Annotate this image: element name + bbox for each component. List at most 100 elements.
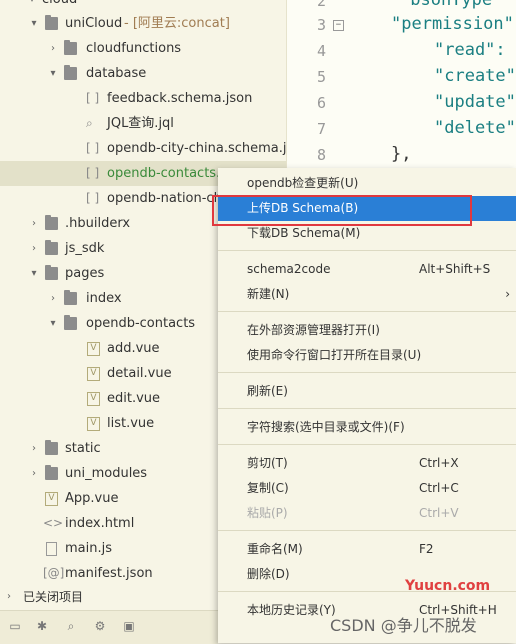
menu-item-label: 删除(D) (247, 567, 290, 581)
tree-item-cloudfunctions[interactable]: › cloudfunctions (0, 36, 286, 61)
menu-item-shortcut: Ctrl+V (419, 506, 459, 520)
menu-item-schema2code[interactable]: schema2code Alt+Shift+S (218, 257, 516, 282)
chevron-right-icon[interactable]: › (28, 211, 40, 236)
tree-item-feedback-schema[interactable]: [ ] feedback.schema.json (0, 86, 286, 111)
menu-item-label: 复制(C) (247, 481, 289, 495)
folder-icon (45, 215, 58, 230)
folder-open-icon (64, 65, 77, 80)
json-file-icon: [ ] (86, 166, 100, 180)
chevron-down-icon[interactable]: ▾ (28, 261, 40, 286)
plugin-icon[interactable]: ⚙ (93, 619, 107, 633)
folder-icon (64, 40, 77, 55)
tree-label: add.vue (107, 341, 160, 356)
jql-file-icon: ⌕ (86, 116, 93, 130)
vue-file-icon: V (87, 392, 100, 406)
chevron-right-icon[interactable]: › (28, 236, 40, 261)
folder-open-icon (45, 265, 58, 280)
tree-label: uni_modules (65, 466, 148, 481)
folder-icon (45, 15, 58, 30)
chevron-down-icon[interactable]: ▾ (47, 311, 59, 336)
line-number: 2 (316, 0, 326, 10)
tree-item-unicloud[interactable]: ▾ uniCloud - [阿里云:concat] (0, 11, 286, 36)
tree-label: detail.vue (107, 366, 172, 381)
vue-file-icon: V (45, 492, 58, 506)
folder-icon[interactable]: ▭ (8, 619, 22, 633)
menu-item-shortcut: Alt+Shift+S (419, 262, 491, 276)
folder-icon (45, 440, 58, 455)
menu-item-open-cmd[interactable]: 使用命令行窗口打开所在目录(U) (218, 343, 516, 368)
tree-label: main.js (65, 541, 112, 556)
menu-item-label: 刷新(E) (247, 384, 288, 398)
menu-item-label: schema2code (247, 262, 331, 276)
line-number: 5 (316, 68, 326, 86)
line-number: 7 (316, 120, 326, 138)
tree-label: index (86, 291, 122, 306)
closed-projects-section[interactable]: › 已关闭项目 (0, 585, 218, 609)
folder-icon (45, 240, 58, 255)
tree-label: cloudfunctions (86, 41, 182, 56)
tree-label: manifest.json (65, 566, 153, 581)
menu-item-shortcut: Ctrl+C (419, 481, 459, 495)
code-line: "permission" (391, 14, 514, 34)
tree-item-database[interactable]: ▾ database (0, 61, 286, 86)
menu-separator (218, 408, 516, 409)
preview-icon[interactable]: ▣ (122, 619, 136, 633)
tree-label: database (86, 66, 147, 81)
tree-item-city-schema[interactable]: [ ] opendb-city-china.schema.j... (0, 136, 299, 161)
chevron-down-icon[interactable]: ▾ (28, 11, 40, 36)
chevron-right-icon[interactable]: › (28, 461, 40, 486)
menu-item-open-explorer[interactable]: 在外部资源管理器打开(I) (218, 318, 516, 343)
chevron-right-icon[interactable]: › (47, 36, 59, 61)
menu-item-refresh[interactable]: 刷新(E) (218, 379, 516, 404)
code-line: "read": (434, 40, 506, 60)
tree-label: static (65, 441, 101, 456)
menu-item-new[interactable]: 新建(N) › (218, 282, 516, 307)
tree-label: list.vue (107, 416, 155, 431)
folder-icon (64, 290, 77, 305)
tree-label: feedback.schema.json (107, 91, 253, 106)
menu-item-rename[interactable]: 重命名(M) F2 (218, 537, 516, 562)
menu-separator (218, 311, 516, 312)
menu-item-paste[interactable]: 粘贴(P) Ctrl+V (218, 501, 516, 526)
menu-separator (218, 250, 516, 251)
chevron-down-icon[interactable]: ▾ (47, 61, 59, 86)
tree-label: opendb-city-china.schema.j... (107, 141, 299, 156)
menu-item-shortcut: Ctrl+X (419, 456, 459, 470)
menu-separator (218, 444, 516, 445)
manifest-file-icon: [@] (43, 566, 65, 580)
tree-label: opendb-nation-chi (107, 191, 226, 206)
js-file-icon (46, 542, 57, 556)
tree-label: pages (65, 266, 105, 281)
menu-item-label: 在外部资源管理器打开(I) (247, 323, 380, 337)
menu-item-shortcut: F2 (419, 542, 434, 556)
tree-item-jql[interactable]: ⌕ JQL查询.jql (0, 111, 286, 136)
menu-item-label: 使用命令行窗口打开所在目录(U) (247, 348, 422, 362)
vue-file-icon: V (87, 367, 100, 381)
tree-label: .hbuilderx (65, 216, 131, 231)
highlight-annotation-box (212, 195, 472, 226)
line-number: 4 (316, 42, 326, 60)
line-number: 3 (316, 16, 326, 34)
chevron-right-icon: › (505, 287, 510, 301)
menu-item-check-update[interactable]: opendb检查更新(U) (218, 171, 516, 196)
search-icon[interactable]: ⌕ (64, 619, 78, 633)
json-file-icon: [ ] (86, 191, 100, 205)
menu-item-label: 新建(N) (247, 287, 290, 301)
chevron-right-icon[interactable]: › (47, 286, 59, 311)
tree-label: edit.vue (107, 391, 161, 406)
menu-item-label: opendb检查更新(U) (247, 176, 359, 190)
menu-item-search[interactable]: 字符搜索(选中目录或文件)(F) (218, 415, 516, 440)
line-number: 6 (316, 94, 326, 112)
fold-toggle-icon[interactable]: − (333, 20, 344, 31)
folder-icon (45, 465, 58, 480)
chevron-right-icon[interactable]: › (7, 585, 11, 609)
menu-item-label: 粘贴(P) (247, 506, 288, 520)
debug-icon[interactable]: ✱ (35, 619, 49, 633)
menu-item-label: 剪切(T) (247, 456, 288, 470)
watermark-author: CSDN @争儿不脱发 (330, 616, 477, 635)
menu-item-copy[interactable]: 复制(C) Ctrl+C (218, 476, 516, 501)
chevron-right-icon[interactable]: › (28, 436, 40, 461)
menu-item-cut[interactable]: 剪切(T) Ctrl+X (218, 451, 516, 476)
tree-label: uniCloud (65, 16, 123, 31)
menu-item-label: 本地历史记录(Y) (247, 603, 336, 617)
